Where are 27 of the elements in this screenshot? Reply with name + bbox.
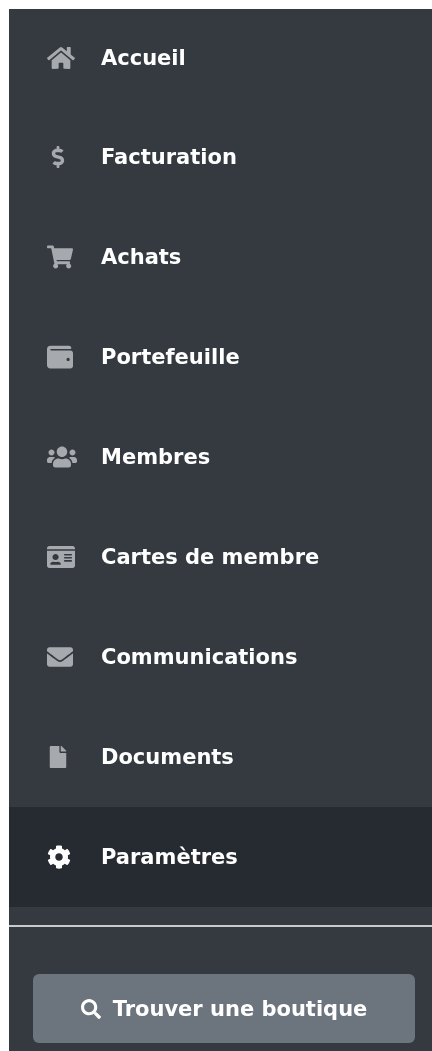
sidebar-item[interactable]: Cartes de membre — [9, 507, 432, 607]
cart-icon — [47, 244, 73, 270]
sidebar-item-label: Cartes de membre — [101, 545, 320, 569]
sidebar-item[interactable]: Membres — [9, 407, 432, 507]
sidebar-item[interactable]: Documents — [9, 707, 432, 807]
sidebar-item-label: Accueil — [101, 46, 186, 70]
sidebar-item[interactable]: Paramètres — [9, 807, 432, 907]
sidebar-item-label: Paramètres — [101, 845, 238, 869]
id-card-icon — [47, 543, 75, 571]
document-icon — [47, 746, 69, 768]
sidebar-item-label: Portefeuille — [101, 345, 240, 369]
sidebar-item[interactable]: Communications — [9, 607, 432, 707]
house-icon — [47, 44, 75, 72]
sidebar-item-label: Membres — [101, 445, 211, 469]
sidebar-item-label: Facturation — [101, 145, 237, 169]
envelope-icon — [47, 644, 73, 670]
sidebar-item-label: Achats — [101, 245, 182, 269]
sidebar-item[interactable]: Accueil — [9, 9, 432, 107]
sidebar-item-label: Communications — [101, 645, 298, 669]
sidebar-item[interactable]: Portefeuille — [9, 307, 432, 407]
sidebar-item[interactable]: Achats — [9, 207, 432, 307]
find-shop-button[interactable]: Trouver une boutique — [33, 974, 415, 1043]
sidebar-item[interactable]: Facturation — [9, 107, 432, 207]
search-icon — [80, 998, 101, 1019]
wallet-icon — [47, 344, 73, 370]
sidebar-item-label: Documents — [101, 745, 234, 769]
settings-icon — [47, 845, 71, 869]
